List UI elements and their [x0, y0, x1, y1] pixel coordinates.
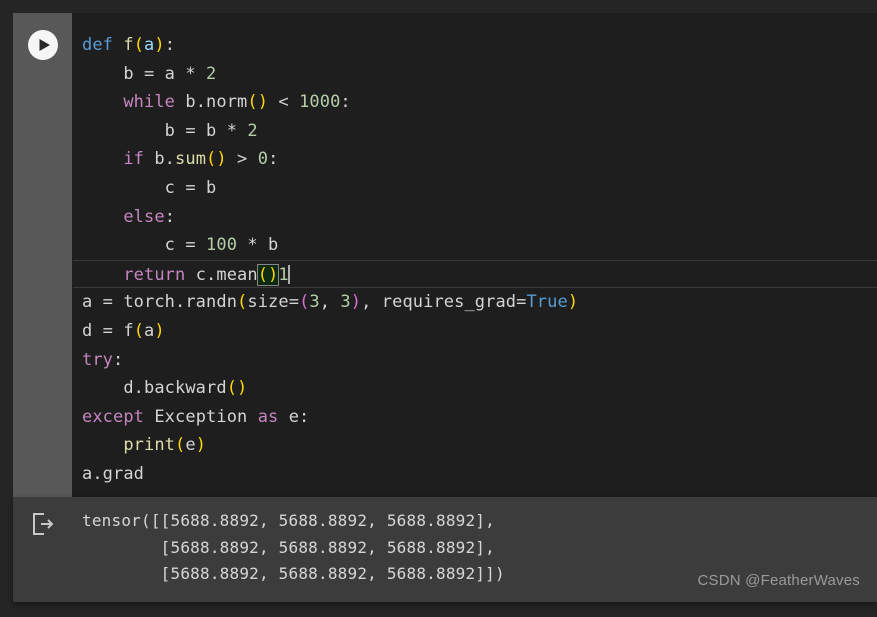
code-token: d.backward — [82, 378, 227, 399]
code-token: b = a * — [82, 63, 207, 84]
code-token: 1000 — [299, 92, 341, 113]
output-gutter — [13, 497, 72, 602]
text-cursor — [287, 264, 290, 284]
code-cell: def f(a): b = a * 2 while b.norm() < 100… — [13, 13, 877, 497]
code-token: ) — [567, 292, 579, 313]
code-token: ( — [133, 320, 145, 341]
code-line[interactable]: print(e) — [72, 431, 877, 460]
code-token: 100 — [206, 235, 238, 256]
code-token: : — [113, 349, 124, 370]
code-token: 2 — [206, 63, 217, 84]
code-token: else — [123, 206, 165, 227]
code-token: except — [82, 406, 145, 427]
code-token: ) — [350, 292, 362, 313]
code-token: () — [247, 92, 269, 113]
code-token: b.norm — [175, 92, 248, 113]
code-token: e — [185, 435, 196, 456]
code-token: a — [144, 35, 155, 55]
code-token: , — [319, 292, 341, 313]
code-token: : — [164, 35, 176, 55]
code-token: a.grad — [82, 463, 145, 484]
code-line[interactable]: d.backward() — [72, 374, 877, 403]
code-token: print — [123, 435, 176, 456]
code-token: Exception — [144, 406, 258, 427]
code-line[interactable]: else: — [72, 203, 877, 232]
code-line[interactable]: try: — [72, 346, 877, 375]
code-line[interactable]: return c.mean()1 — [73, 259, 877, 289]
code-token: 3 — [340, 292, 351, 313]
code-token: True — [526, 292, 568, 313]
code-token: : — [340, 92, 351, 113]
code-token: < — [268, 92, 300, 113]
code-token: c.mean — [185, 264, 258, 285]
code-token: a = torch.randn — [82, 292, 238, 313]
code-line[interactable]: b = a * 2 — [72, 60, 877, 89]
bracket-match-highlight: () — [256, 263, 280, 286]
code-line[interactable]: a = torch.randn(size=(3, 3), requires_gr… — [72, 288, 877, 317]
code-token: while — [123, 92, 176, 113]
code-token: b. — [144, 149, 176, 170]
code-line[interactable]: c = 100 * b — [72, 231, 877, 260]
code-line[interactable]: while b.norm() < 1000: — [72, 88, 877, 117]
code-token: e: — [278, 406, 310, 427]
output-arrow-icon — [30, 511, 56, 541]
code-token: f — [123, 35, 134, 55]
code-token: : — [268, 149, 279, 170]
code-line[interactable]: if b.sum() > 0: — [72, 145, 877, 174]
cell-gutter — [13, 13, 72, 497]
code-token: 3 — [309, 292, 320, 313]
code-token: a — [144, 320, 155, 341]
code-token: as — [257, 406, 279, 427]
play-icon — [28, 30, 58, 60]
code-token: 2 — [247, 120, 258, 141]
code-token: > — [226, 149, 258, 170]
code-line[interactable]: a.grad — [72, 460, 877, 489]
code-token: try — [82, 349, 114, 370]
output-text: tensor([[5688.8892, 5688.8892, 5688.8892… — [82, 511, 505, 583]
code-token: ( — [133, 35, 145, 55]
notebook-cell: def f(a): b = a * 2 while b.norm() < 100… — [13, 13, 877, 605]
code-token: ) — [154, 320, 165, 341]
code-line[interactable]: c = b — [72, 174, 877, 203]
code-token: : — [164, 206, 176, 227]
code-token: return — [123, 264, 186, 285]
code-token: 0 — [257, 149, 269, 170]
code-line[interactable]: except Exception as e: — [72, 403, 877, 432]
code-token: ( — [237, 292, 248, 313]
code-token: c = — [82, 235, 207, 256]
code-token: sum — [175, 149, 207, 170]
watermark: CSDN @FeatherWaves — [697, 572, 860, 589]
code-editor[interactable]: def f(a): b = a * 2 while b.norm() < 100… — [72, 13, 877, 497]
run-cell-button[interactable] — [28, 30, 58, 60]
code-line[interactable]: b = b * 2 — [72, 117, 877, 146]
code-token: () — [206, 149, 227, 170]
output-cell: tensor([[5688.8892, 5688.8892, 5688.8892… — [13, 497, 877, 602]
code-token: d = f — [82, 320, 134, 341]
code-token: def — [82, 35, 114, 55]
code-line[interactable]: d = f(a) — [72, 317, 877, 346]
code-token: b = b * — [82, 120, 248, 141]
code-token: ) — [154, 35, 165, 55]
code-token: ( — [299, 292, 310, 313]
code-token: if — [123, 149, 145, 170]
code-line[interactable]: def f(a): — [72, 31, 877, 60]
code-token: , requires_grad= — [361, 292, 527, 313]
code-token: ) — [195, 435, 207, 456]
code-token: c = b — [82, 177, 217, 198]
code-token: () — [226, 378, 248, 399]
code-token: size= — [247, 292, 300, 313]
code-token: * b — [237, 235, 279, 256]
code-token: ( — [175, 435, 186, 456]
